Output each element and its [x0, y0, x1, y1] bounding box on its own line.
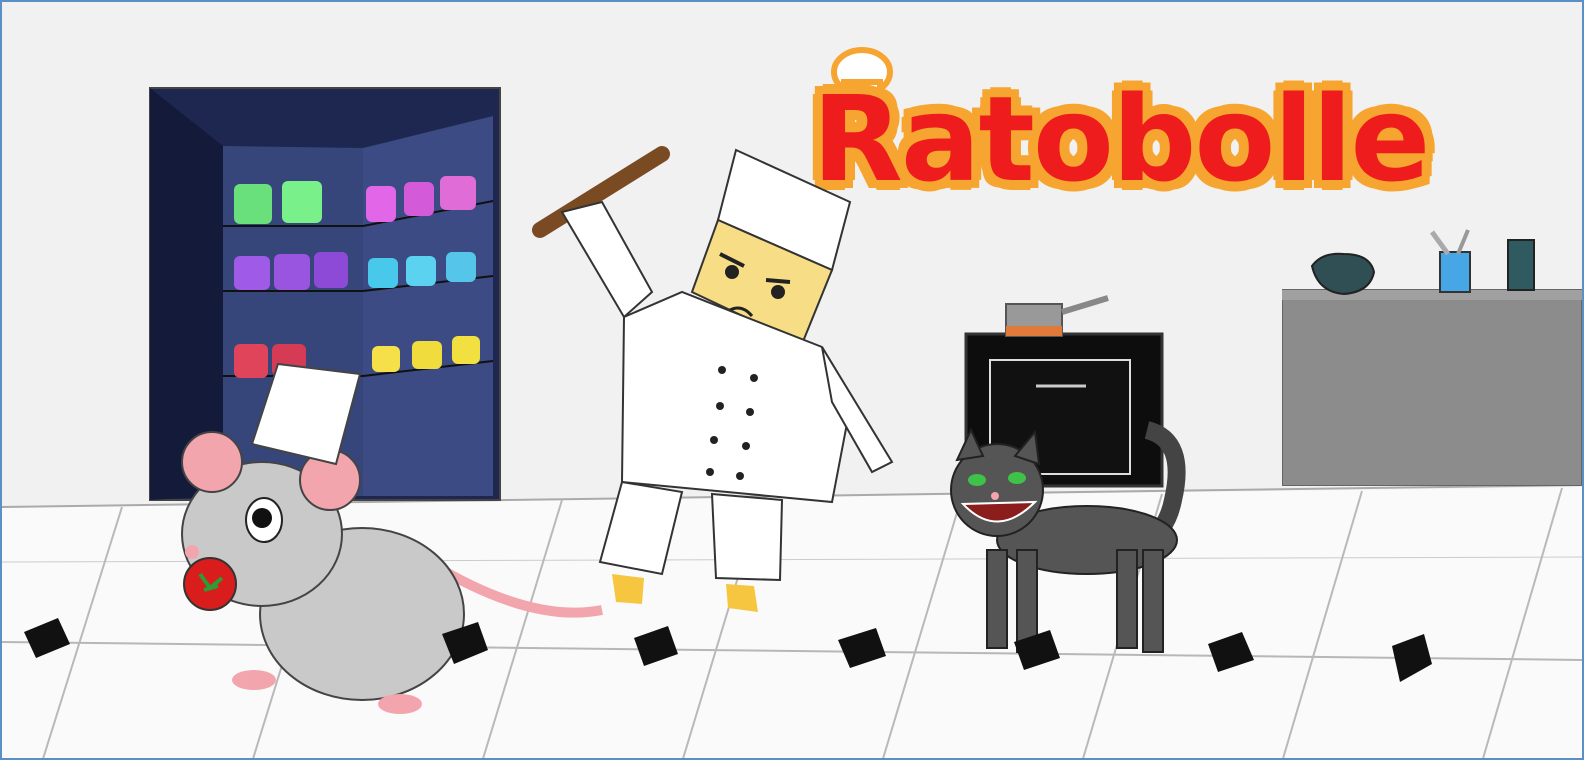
- saucepan-icon: [1005, 295, 1109, 337]
- floor-markers: [24, 618, 1432, 682]
- kitchen-counter-icon: [1282, 229, 1582, 486]
- floor-marker: [838, 628, 886, 668]
- floor-marker: [1392, 634, 1432, 682]
- floor-marker: [1208, 632, 1254, 672]
- game-scene[interactable]: Ratobolle: [0, 0, 1584, 760]
- floor-marker: [442, 622, 488, 664]
- floor-marker: [634, 626, 678, 666]
- floor-marker: [1014, 630, 1060, 670]
- floor-marker: [24, 618, 70, 658]
